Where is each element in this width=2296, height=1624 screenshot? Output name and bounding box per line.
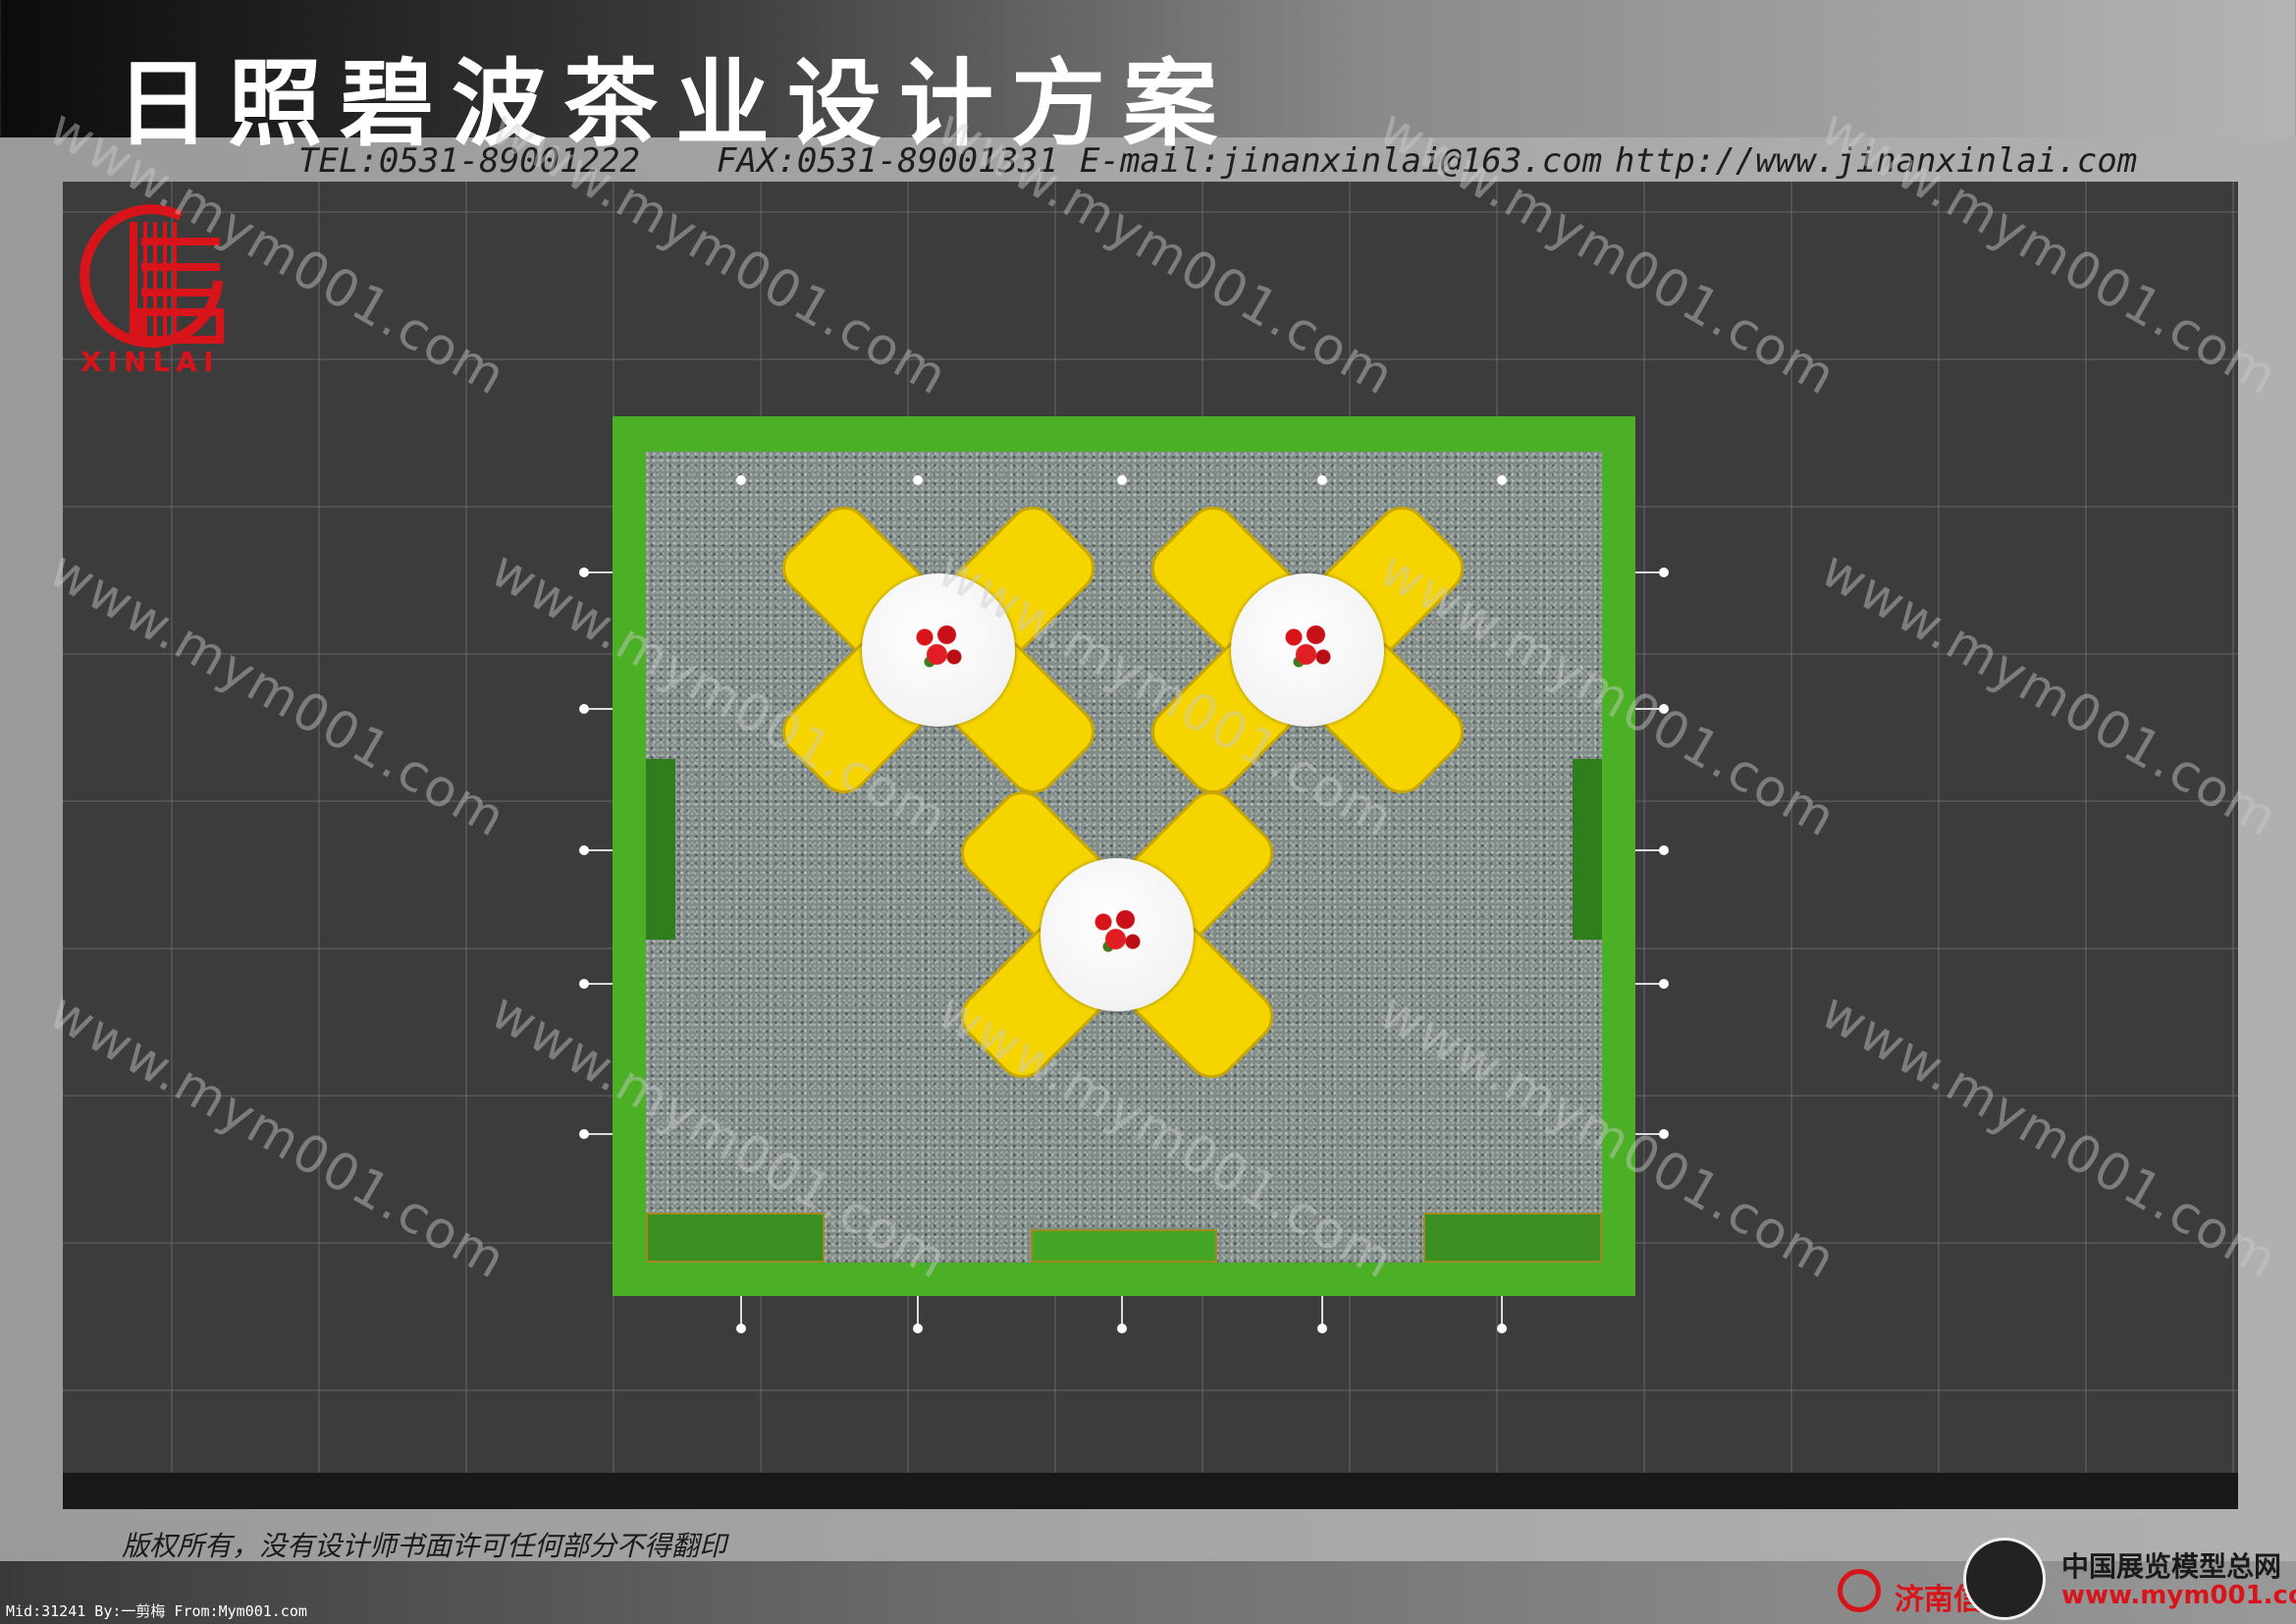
flower-vase-icon [915,623,964,672]
spotlight-icon [736,1324,746,1333]
left-wall-panel [646,759,675,940]
copyright-notice: 版权所有，没有设计师书面许可任何部分不得翻印 [122,1530,727,1562]
spotlight-icon [913,475,923,485]
spotlight-icon [579,568,589,577]
spotlight-stem [740,1296,742,1326]
spotlight-icon [579,845,589,855]
spotlight-icon [1497,475,1507,485]
spotlight-icon [1497,1324,1507,1333]
corner-counter-right [1423,1213,1602,1263]
logo-text: XINLAI [80,346,220,378]
spotlight-stem [585,571,613,573]
spotlight-icon [1659,845,1669,855]
site-url[interactable]: www.mym001.com [2061,1581,2296,1610]
spotlight-icon [1117,1324,1127,1333]
spotlight-stem [917,1296,919,1326]
spotlight-icon [1317,475,1327,485]
spotlight-icon [1659,568,1669,577]
entrance-step [1031,1229,1217,1263]
source-info: Mid:31241 By:一剪梅 From:Mym001.com [6,1602,307,1620]
flower-vase-icon [1094,907,1143,956]
mym-logo-icon [1963,1538,2046,1620]
corner-counter-left [646,1213,825,1263]
spotlight-icon [579,704,589,714]
spotlight-stem [1501,1296,1503,1326]
spotlight-icon [1117,475,1127,485]
canvas-edge [63,1473,2238,1509]
spotlight-icon [579,1129,589,1139]
spotlight-icon [736,475,746,485]
right-wall-panel [1573,759,1602,940]
site-brand: 中国展览模型总网 [2061,1550,2282,1583]
spotlight-stem [585,849,613,851]
spotlight-stem [1121,1296,1123,1326]
spotlight-stem [585,983,613,985]
jinan-logo-icon [1838,1569,1881,1612]
flower-vase-icon [1284,623,1333,672]
spotlight-stem [585,708,613,710]
page-title: 日照碧波茶业设计方案 [116,49,1235,159]
spotlight-icon [913,1324,923,1333]
spotlight-icon [579,979,589,989]
spotlight-icon [1317,1324,1327,1333]
spotlight-stem [585,1133,613,1135]
spotlight-stem [1321,1296,1323,1326]
spotlight-icon [1659,979,1669,989]
